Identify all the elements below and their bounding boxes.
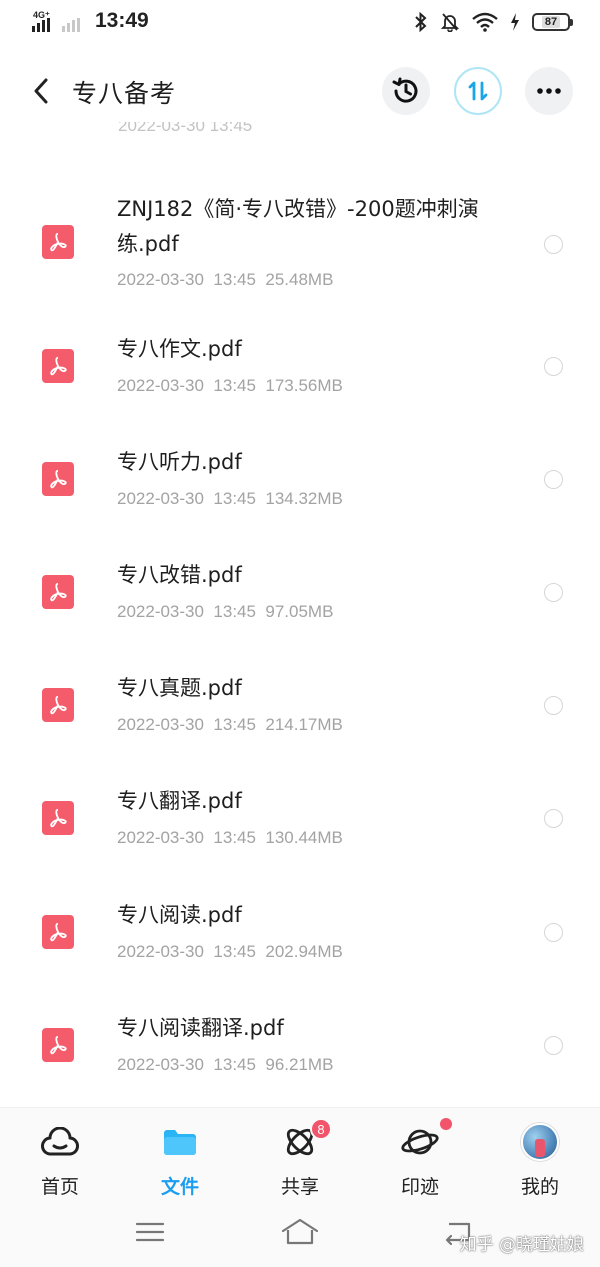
page-title: 专八备考 <box>72 79 177 108</box>
file-row[interactable]: ZNJ182《简·专八改错》-200题冲刺演练.pdf 2022-03-30 1… <box>0 182 600 302</box>
file-meta: 2022-03-30 13:45 214.17MB <box>117 715 343 734</box>
file-name: 专八改错.pdf <box>117 563 242 587</box>
nav-me[interactable]: 我的 <box>480 1108 600 1203</box>
file-meta: 2022-03-30 13:45 130.44MB <box>117 828 343 847</box>
file-name: 专八阅读翻译.pdf <box>117 1016 284 1040</box>
charging-icon <box>511 13 519 31</box>
select-radio[interactable] <box>544 923 563 942</box>
mute-bell-icon <box>440 13 460 32</box>
avatar <box>521 1123 559 1161</box>
menu-icon <box>135 1222 165 1242</box>
status-bar: 4G⁺ 13:49 87 <box>0 0 600 46</box>
back-icon <box>34 78 48 104</box>
select-radio[interactable] <box>544 809 563 828</box>
select-radio[interactable] <box>544 357 563 376</box>
system-nav-bar: 知乎 @晓瑾姑娘 <box>0 1202 600 1267</box>
pdf-icon <box>42 575 74 609</box>
folder-icon <box>160 1124 200 1160</box>
select-radio[interactable] <box>544 235 563 254</box>
nav-label: 文件 <box>160 1176 199 1198</box>
battery-level: 87 <box>541 16 561 28</box>
file-row[interactable]: 专八阅读翻译.pdf 2022-03-30 13:45 96.21MB <box>0 1011 600 1107</box>
home-icon <box>281 1218 319 1245</box>
select-radio[interactable] <box>544 696 563 715</box>
history-icon <box>392 77 418 103</box>
nav-home[interactable]: 首页 <box>0 1108 120 1203</box>
file-row[interactable]: 专八改错.pdf 2022-03-30 13:45 97.05MB <box>0 558 600 658</box>
file-name: 专八听力.pdf <box>117 450 242 474</box>
pdf-icon <box>42 801 74 835</box>
nav-files[interactable]: 文件 <box>120 1108 240 1203</box>
file-name: ZNJ182《简·专八改错》-200题冲刺演练.pdf <box>117 197 479 256</box>
pdf-icon <box>42 915 74 949</box>
clock: 13:49 <box>95 9 149 32</box>
file-row[interactable]: 专八听力.pdf 2022-03-30 13:45 134.32MB <box>0 445 600 545</box>
nav-traces[interactable]: 印迹 <box>360 1108 480 1203</box>
transfer-icon <box>468 81 488 101</box>
file-meta: 2022-03-30 13:45 97.05MB <box>117 602 334 621</box>
file-name: 专八翻译.pdf <box>117 789 242 813</box>
file-meta: 2022-03-30 13:45 96.21MB <box>117 1055 334 1074</box>
file-list: 2022-03-30 13:45 ZNJ182《简·专八改错》-200题冲刺演练… <box>0 122 600 1107</box>
file-meta: 2022-03-30 13:45 134.32MB <box>117 489 343 508</box>
status-icons: 87 <box>414 12 573 32</box>
signal-strength-icon: 4G⁺ <box>32 10 58 34</box>
select-radio[interactable] <box>544 1036 563 1055</box>
more-button[interactable] <box>525 67 573 115</box>
avatar-icon <box>520 1123 560 1161</box>
pdf-icon <box>42 688 74 722</box>
notification-badge: 8 <box>310 1118 332 1140</box>
nav-label: 首页 <box>40 1176 79 1198</box>
signal-group: 4G⁺ <box>32 10 92 34</box>
file-meta: 2022-03-30 13:45 202.94MB <box>117 942 343 961</box>
history-button[interactable] <box>382 67 430 115</box>
file-name: 专八真题.pdf <box>117 676 242 700</box>
file-row[interactable]: 专八翻译.pdf 2022-03-30 13:45 130.44MB <box>0 784 600 884</box>
pdf-icon <box>42 349 74 383</box>
pdf-icon <box>42 1028 74 1062</box>
header: 专八备考 <box>0 62 600 122</box>
more-icon <box>537 88 561 94</box>
file-row[interactable]: 专八阅读.pdf 2022-03-30 13:45 202.94MB <box>0 898 600 998</box>
select-radio[interactable] <box>544 470 563 489</box>
nav-label: 印迹 <box>400 1176 439 1198</box>
back-button[interactable] <box>24 74 58 108</box>
nav-label: 我的 <box>520 1176 559 1198</box>
signal-strength-2-icon <box>62 10 92 34</box>
partial-file-meta: 2022-03-30 13:45 <box>118 122 253 135</box>
file-row[interactable]: 专八真题.pdf 2022-03-30 13:45 214.17MB <box>0 671 600 771</box>
notification-dot <box>440 1118 452 1130</box>
pdf-icon <box>42 462 74 496</box>
select-radio[interactable] <box>544 583 563 602</box>
file-row[interactable]: 专八作文.pdf 2022-03-30 13:45 173.56MB <box>0 332 600 432</box>
file-name: 专八作文.pdf <box>117 337 242 361</box>
battery-indicator: 87 <box>532 13 573 31</box>
wifi-icon <box>472 12 498 32</box>
file-meta: 2022-03-30 13:45 173.56MB <box>117 376 343 395</box>
home-button[interactable] <box>280 1214 320 1250</box>
bluetooth-icon <box>415 12 427 32</box>
menu-button[interactable] <box>130 1214 170 1250</box>
file-name: 专八阅读.pdf <box>117 903 242 927</box>
nav-label: 共享 <box>280 1176 319 1198</box>
bottom-nav: 首页 文件 8 共享 印迹 我的 <box>0 1107 600 1202</box>
transfer-button[interactable] <box>454 67 502 115</box>
watermark: 知乎 @晓瑾姑娘 <box>459 1235 584 1255</box>
file-meta: 2022-03-30 13:45 25.48MB <box>117 270 334 289</box>
pdf-icon <box>42 225 74 259</box>
planet-icon <box>400 1124 440 1160</box>
nav-share[interactable]: 8 共享 <box>240 1108 360 1203</box>
cloud-icon <box>40 1124 80 1160</box>
